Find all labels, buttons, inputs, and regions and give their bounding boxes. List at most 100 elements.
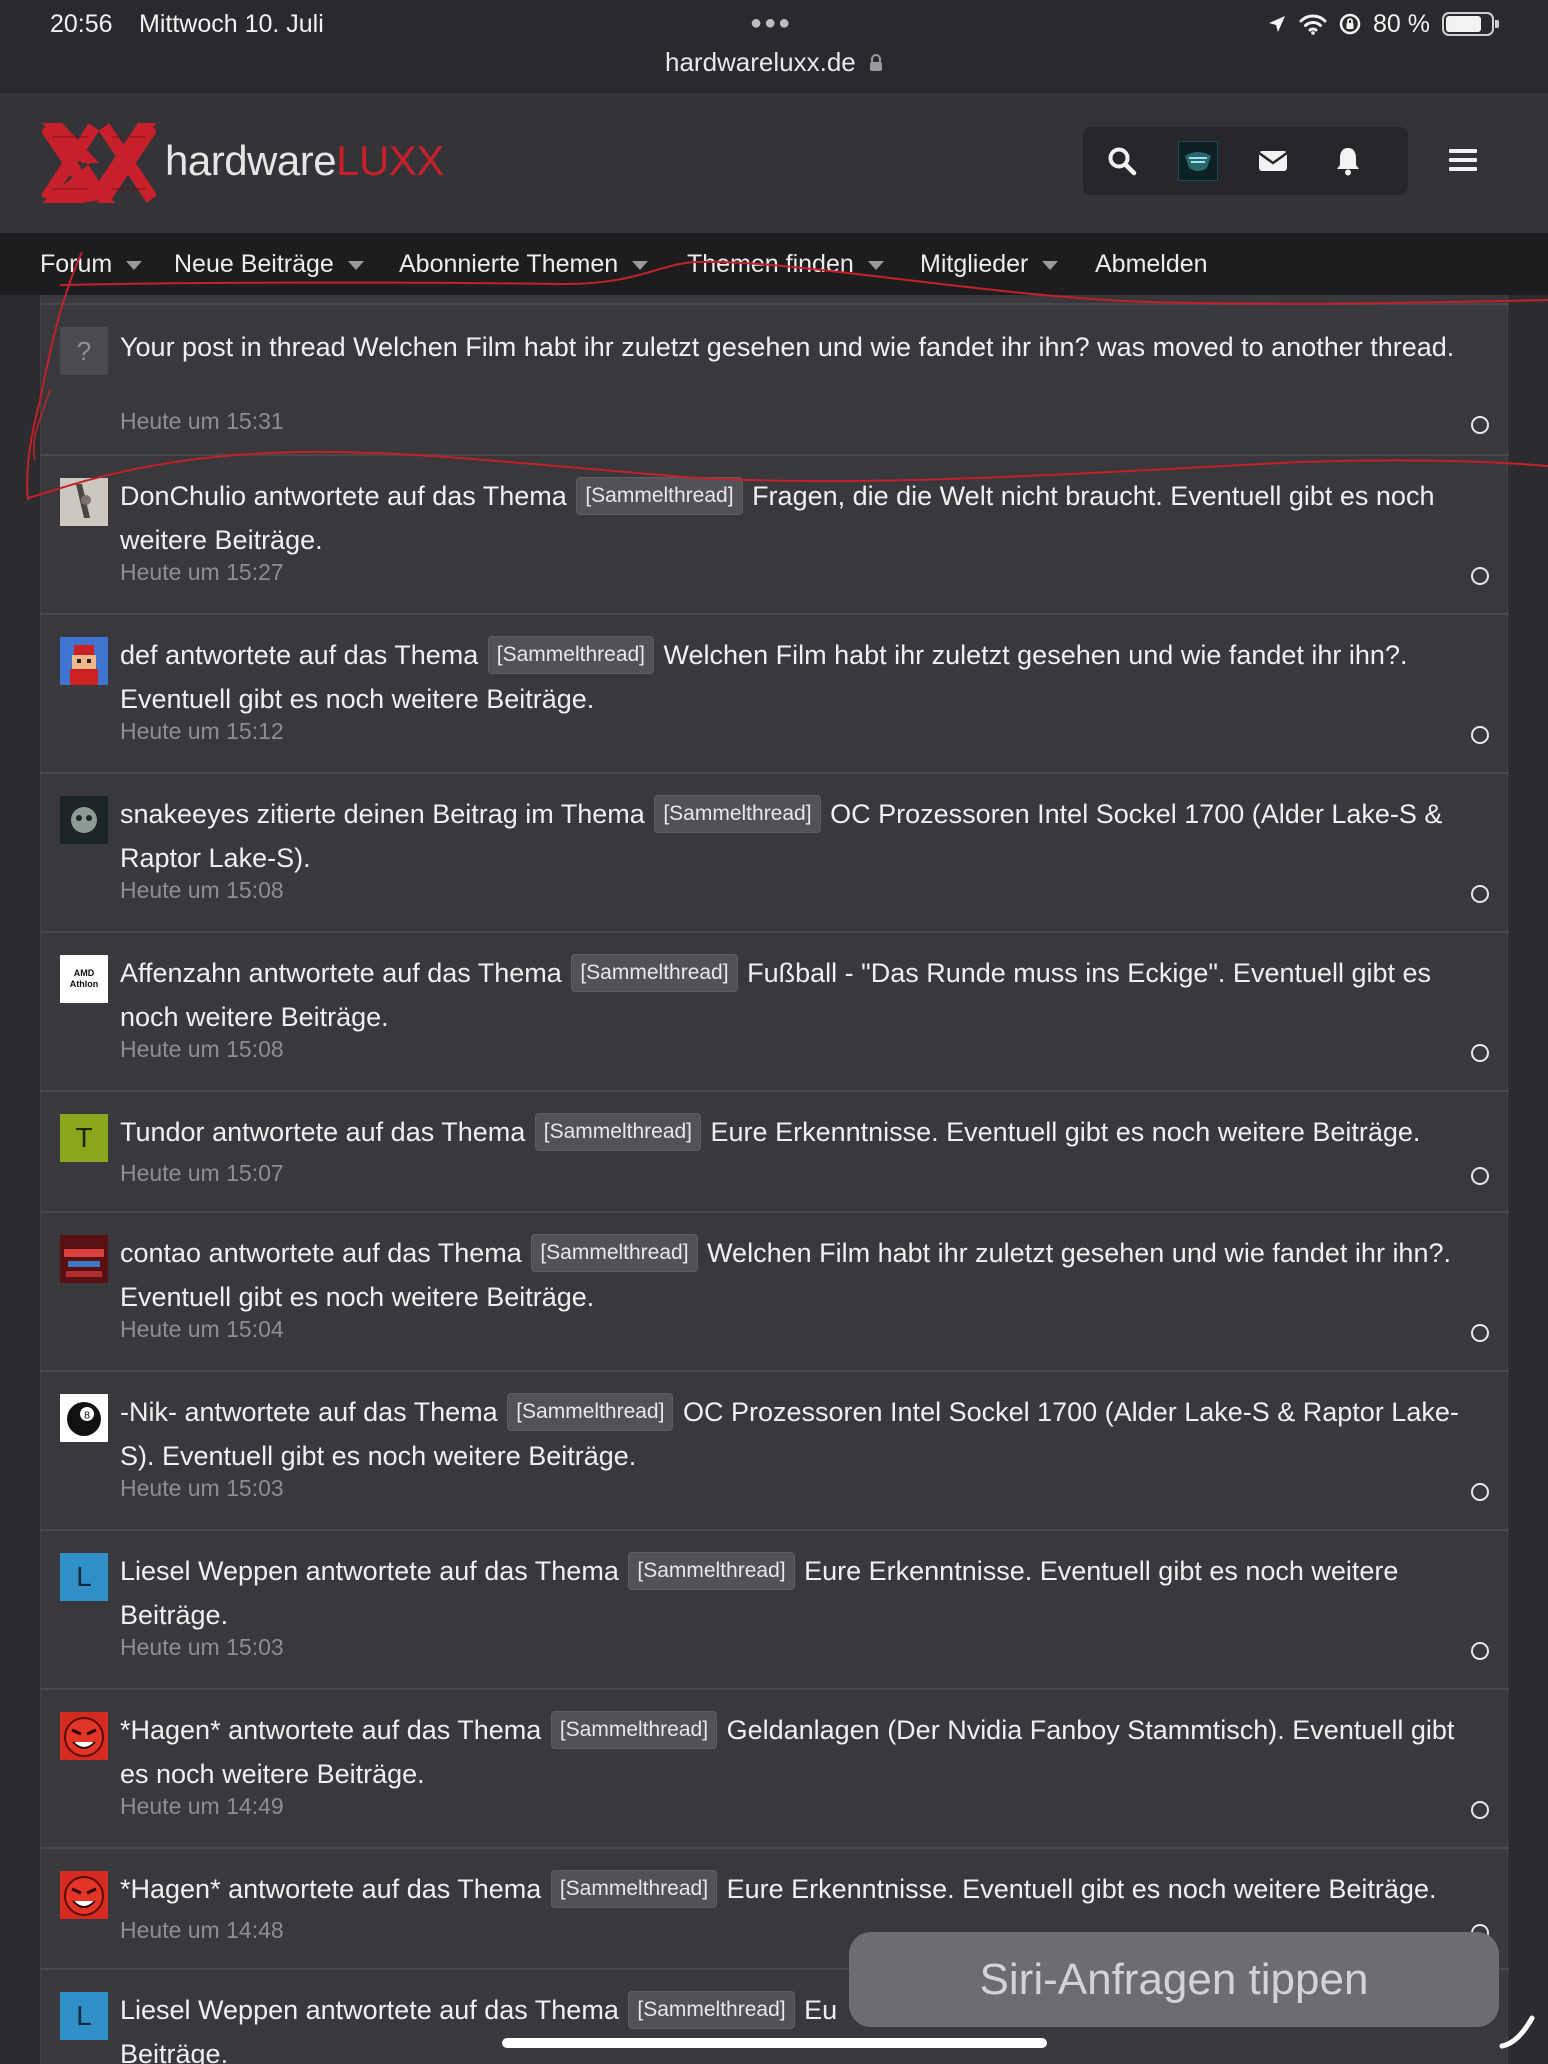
nav-item-forum[interactable]: Forum (40, 250, 143, 279)
alert-text[interactable]: contao antwortete auf das Thema [Sammelt… (120, 1231, 1490, 1319)
nav-item-abmelden[interactable]: Abmelden (1095, 250, 1208, 279)
alert-thread-title[interactable]: Eure Erkenntnisse. Eventuell gibt es noc… (727, 1874, 1437, 1904)
avatar[interactable] (60, 478, 108, 526)
alert-username[interactable]: *Hagen* (120, 1715, 221, 1745)
nav-item-label: Themen finden (687, 250, 854, 278)
avatar-brand-text: AMD Athlon (69, 968, 99, 989)
alert-item[interactable]: DonChulio antwortete auf das Thema [Samm… (41, 454, 1509, 612)
avatar[interactable]: 8 (60, 1394, 108, 1442)
site-header: hardwareLUXX (0, 93, 1548, 233)
alert-text[interactable]: def antwortete auf das Thema [Sammelthre… (120, 633, 1490, 721)
alert-text[interactable]: *Hagen* antwortete auf das Thema [Sammel… (120, 1708, 1490, 1796)
alert-username[interactable]: Tundor (120, 1117, 205, 1147)
avatar[interactable]: L (60, 1992, 108, 2040)
mark-read-icon[interactable] (1471, 1044, 1489, 1062)
chevron-down-icon[interactable] (1042, 261, 1059, 270)
chevron-down-icon[interactable] (632, 261, 649, 270)
alert-username[interactable]: DonChulio (120, 481, 246, 511)
alert-username[interactable]: def (120, 640, 158, 670)
alert-username[interactable]: Liesel Weppen (120, 1556, 298, 1586)
lock-icon (870, 54, 882, 71)
alert-text[interactable]: Your post in thread Welchen Film habt ih… (120, 325, 1490, 369)
avatar[interactable]: L (60, 1553, 108, 1601)
mark-read-icon[interactable] (1471, 885, 1489, 903)
status-date: Mittwoch 10. Juli (139, 10, 324, 38)
tab-options-icon[interactable]: ●●● (750, 12, 792, 35)
avatar[interactable]: ? (60, 327, 108, 375)
chevron-down-icon[interactable] (867, 261, 884, 270)
avatar[interactable] (60, 1235, 108, 1283)
envelope-icon[interactable] (1253, 141, 1293, 181)
alerts-list: ? Your post in thread Welchen Film habt … (40, 295, 1509, 2064)
alert-text[interactable]: Tundor antwortete auf das Thema [Sammelt… (120, 1110, 1490, 1154)
avatar[interactable] (60, 1871, 108, 1919)
alert-item[interactable]: contao antwortete auf das Thema [Sammelt… (41, 1211, 1509, 1369)
nav-item-themen-finden[interactable]: Themen finden (687, 250, 884, 279)
pencil-corner-icon[interactable] (1498, 2010, 1538, 2050)
chevron-down-icon[interactable] (126, 261, 143, 270)
alert-item[interactable]: T Tundor antwortete auf das Thema [Samme… (41, 1090, 1509, 1210)
address-bar[interactable]: hardwareluxx.de (0, 47, 1548, 78)
avatar[interactable] (60, 1712, 108, 1760)
mark-read-icon[interactable] (1471, 1167, 1489, 1185)
user-avatar[interactable] (1178, 141, 1218, 181)
siri-prompt-text: Siri-Anfragen tippen (979, 1954, 1369, 2004)
nav-item-label: Neue Beiträge (174, 250, 334, 278)
mark-read-icon[interactable] (1471, 1324, 1489, 1342)
thread-prefix-label: [Sammelthread] (571, 954, 738, 992)
mark-read-icon[interactable] (1471, 567, 1489, 585)
alert-thread-title[interactable]: Eure Erkenntnisse. Eventuell gibt es noc… (711, 1117, 1421, 1147)
chevron-down-icon[interactable] (347, 261, 364, 270)
alert-text[interactable]: DonChulio antwortete auf das Thema [Samm… (120, 474, 1490, 562)
alert-time: Heute um 15:31 (120, 408, 284, 434)
avatar-letter: L (76, 2000, 92, 2031)
menu-icon[interactable] (1443, 140, 1483, 180)
nav-item-abonnierte-themen[interactable]: Abonnierte Themen (399, 250, 649, 279)
alert-thread-title[interactable]: Eu (804, 1995, 837, 2025)
alert-username[interactable]: *Hagen* (120, 1874, 221, 1904)
alert-item[interactable]: *Hagen* antwortete auf das Thema [Sammel… (41, 1688, 1509, 1846)
alert-text[interactable]: snakeeyes zitierte deinen Beitrag im The… (120, 792, 1490, 880)
search-icon[interactable] (1102, 141, 1142, 181)
location-arrow-icon (1269, 16, 1286, 32)
alert-username[interactable]: Affenzahn (120, 958, 241, 988)
thread-prefix-label: [Sammelthread] (550, 1711, 718, 1749)
mark-read-icon[interactable] (1471, 1483, 1489, 1501)
mark-read-icon[interactable] (1471, 416, 1489, 434)
bell-icon[interactable] (1328, 141, 1368, 181)
alert-username[interactable]: contao (120, 1238, 201, 1268)
mark-read-icon[interactable] (1471, 726, 1489, 744)
hardwareluxx-logo-icon[interactable] (42, 123, 156, 203)
url-text: hardwareluxx.de (664, 47, 856, 77)
alert-item[interactable]: AMD Athlon Affenzahn antwortete auf das … (41, 931, 1509, 1089)
alert-time: Heute um 15:08 (120, 1036, 284, 1062)
alert-item[interactable]: ? Your post in thread Welchen Film habt … (41, 303, 1509, 449)
mark-read-icon[interactable] (1471, 1642, 1489, 1660)
alert-action: antwortete auf das Thema (228, 1715, 542, 1745)
nav-item-neue-beitraege[interactable]: Neue Beiträge (174, 250, 364, 279)
thread-prefix-label: [Sammelthread] (576, 477, 743, 515)
avatar[interactable] (60, 796, 108, 844)
alert-action: antwortete auf das Thema (305, 1556, 619, 1586)
avatar[interactable]: AMD Athlon (60, 955, 108, 1003)
avatar-letter: L (76, 1561, 92, 1592)
alert-item[interactable]: snakeeyes zitierte deinen Beitrag im The… (41, 772, 1509, 930)
alert-time: Heute um 15:07 (120, 1160, 284, 1186)
alert-username[interactable]: snakeeyes (120, 799, 249, 829)
alert-text[interactable]: Affenzahn antwortete auf das Thema [Samm… (120, 951, 1490, 1039)
alert-text[interactable]: -Nik- antwortete auf das Thema [Sammelth… (120, 1390, 1490, 1478)
avatar[interactable]: T (60, 1114, 108, 1162)
alert-username[interactable]: -Nik- (120, 1397, 177, 1427)
nav-item-mitglieder[interactable]: Mitglieder (920, 250, 1059, 279)
alert-item[interactable]: def antwortete auf das Thema [Sammelthre… (41, 613, 1509, 771)
alert-text[interactable]: Liesel Weppen antwortete auf das Thema [… (120, 1549, 1490, 1637)
home-indicator[interactable] (502, 2038, 1047, 2048)
avatar[interactable] (60, 637, 108, 685)
alert-username[interactable]: Liesel Weppen (120, 1995, 298, 2025)
alert-item[interactable]: L Liesel Weppen antwortete auf das Thema… (41, 1529, 1509, 1687)
mark-read-icon[interactable] (1471, 1801, 1489, 1819)
site-logo-text[interactable]: hardwareLUXX (165, 137, 444, 185)
alert-item[interactable]: 8 -Nik- antwortete auf das Thema [Sammel… (41, 1370, 1509, 1528)
alert-text[interactable]: *Hagen* antwortete auf das Thema [Sammel… (120, 1867, 1490, 1911)
siri-prompt[interactable]: Siri-Anfragen tippen (849, 1932, 1499, 2027)
